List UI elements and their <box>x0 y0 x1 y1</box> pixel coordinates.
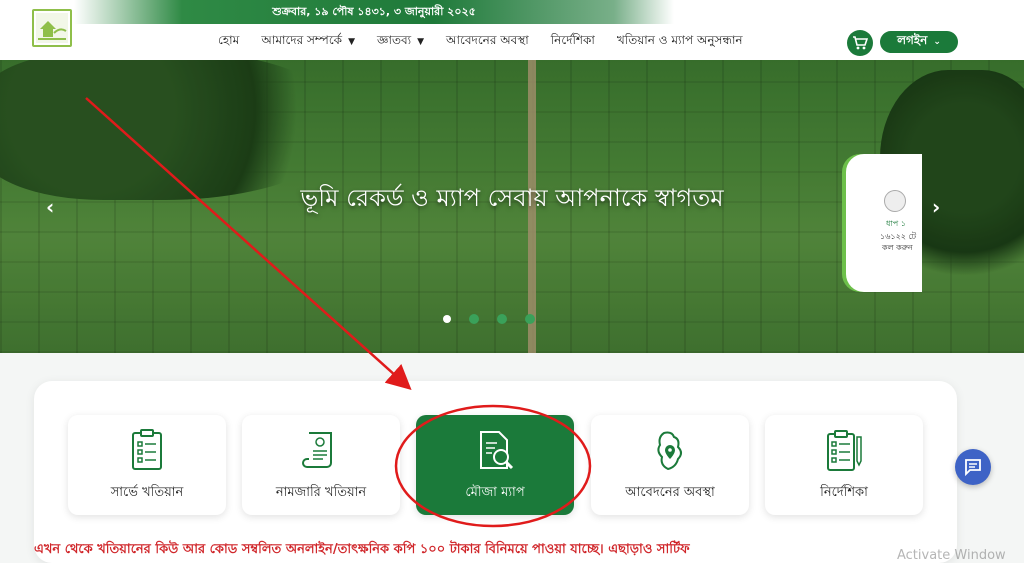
service-label: নির্দেশিকা <box>820 485 868 500</box>
survey-document-icon <box>132 429 162 470</box>
chevron-left-icon[interactable]: ‹ <box>46 195 54 219</box>
slider-dot[interactable] <box>525 314 535 324</box>
service-mouza-map[interactable]: মৌজা ম্যাপ <box>416 415 574 515</box>
helpline-call: কল করুন <box>882 243 913 252</box>
date-bar: শুক্রবার, ১৯ পৌষ ১৪৩১, ৩ জানুয়ারী ২০২৫ <box>74 0 674 24</box>
service-label: সার্ভে খতিয়ান <box>110 485 184 500</box>
service-label: মৌজা ম্যাপ <box>465 485 525 500</box>
nav-home[interactable]: হোম <box>218 32 239 52</box>
service-label: আবেদনের অবস্থা <box>625 485 715 500</box>
broken-image-icon <box>884 190 906 212</box>
nav-about[interactable]: আমাদের সম্পর্কে ▼ <box>261 32 355 52</box>
service-survey-khatian[interactable]: সার্ভে খতিয়ান <box>68 415 226 515</box>
nav-guide[interactable]: নির্দেশিকা <box>551 32 595 52</box>
hero-slider: ভূমি রেকর্ড ও ম্যাপ সেবায় আপনাকে স্বাগত… <box>0 60 1024 353</box>
notice-ticker[interactable]: এখন থেকে খতিয়ানের কিউ আর কোড সম্বলিত অন… <box>34 540 957 562</box>
chat-button[interactable] <box>955 449 991 485</box>
service-namjari-khatian[interactable]: নামজারি খতিয়ান <box>242 415 400 515</box>
os-watermark: Activate Window <box>897 548 1006 563</box>
logo[interactable] <box>32 9 72 47</box>
checklist-clipboard-icon <box>827 430 862 471</box>
caret-down-icon: ⌄ <box>933 37 941 47</box>
helpline-card[interactable]: ধাপ ১ ১৬১২২ টে কল করুন <box>846 154 922 292</box>
nav-guide-label: নির্দেশিকা <box>550 33 595 47</box>
main-nav: হোম আমাদের সম্পর্কে ▼ জ্ঞাতব্য ▼ আবেদনের অ… <box>218 30 765 54</box>
slider-dots <box>443 314 553 324</box>
helpline-step: ধাপ ১ <box>886 219 906 228</box>
map-location-icon <box>657 431 682 471</box>
slider-dot[interactable] <box>497 314 507 324</box>
service-application-status[interactable]: আবেদনের অবস্থা <box>591 415 749 515</box>
chat-icon <box>965 459 981 477</box>
nav-about-label: আমাদের সম্পর্কে <box>261 33 343 47</box>
certificate-document-icon <box>302 432 332 468</box>
login-label: লগইন <box>897 33 928 47</box>
service-guide[interactable]: নির্দেশিকা <box>765 415 923 515</box>
nav-khatian-map-search-label: খতিয়ান ও ম্যাপ অনুসন্ধান <box>616 33 743 47</box>
house-land-logo-icon <box>36 13 68 43</box>
nav-info-label: জ্ঞাতব্য <box>376 33 412 47</box>
service-label: নামজারি খতিয়ান <box>275 485 367 500</box>
cart-button[interactable] <box>847 30 873 56</box>
page: শুক্রবার, ১৯ পৌষ ১৪৩১, ৩ জানুয়ারী ২০২৫ … <box>0 0 1024 563</box>
slider-dot[interactable] <box>469 314 479 324</box>
nav-home-label: হোম <box>218 33 240 47</box>
document-search-icon <box>480 431 514 470</box>
caret-down-icon: ▼ <box>417 37 425 47</box>
caret-down-icon: ▼ <box>348 37 355 47</box>
chevron-right-icon[interactable]: › <box>932 195 940 219</box>
nav-application-status[interactable]: আবেদনের অবস্থা <box>446 32 529 52</box>
nav-khatian-map-search[interactable]: খতিয়ান ও ম্যাপ অনুসন্ধান <box>617 32 743 52</box>
site-header: শুক্রবার, ১৯ পৌষ ১৪৩১, ৩ জানুয়ারী ২০২৫ … <box>0 0 1024 60</box>
cart-icon <box>853 36 868 50</box>
services-panel: সার্ভে খতিয়ান নামজারি খতিয়ান মৌজা ম্যা… <box>34 381 957 563</box>
nav-info[interactable]: জ্ঞাতব্য ▼ <box>377 32 424 52</box>
nav-application-status-label: আবেদনের অবস্থা <box>446 33 529 47</box>
slider-dot[interactable] <box>443 315 451 323</box>
login-button[interactable]: লগইন ⌄ <box>880 31 958 53</box>
